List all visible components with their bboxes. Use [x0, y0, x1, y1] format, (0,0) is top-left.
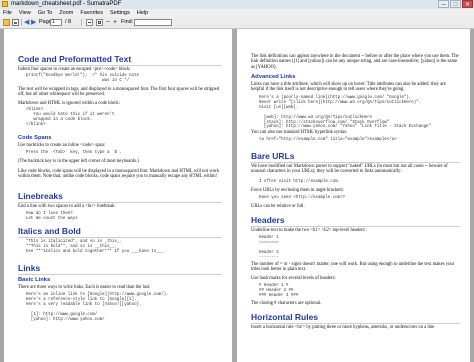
paragraph: Links can have a title attribute, which …	[251, 82, 446, 93]
find-input[interactable]	[134, 19, 172, 26]
code-block: Here's a [poorly-named link](http://www.…	[259, 96, 431, 130]
heading-code-spans: Code Spans	[18, 135, 52, 141]
menu-goto[interactable]: Go To	[35, 9, 57, 17]
menu-view[interactable]: View	[16, 9, 35, 17]
paragraph: You can also use standard HTML hyperlink…	[251, 130, 348, 135]
code-block: I often visit http://example.com.	[259, 180, 341, 184]
paragraph: Use hash marks for several levels of hea…	[251, 276, 336, 281]
heading-links: Links	[18, 263, 222, 275]
toolbar-separator	[21, 19, 22, 26]
previous-page-icon[interactable]: ◀	[24, 19, 29, 26]
menu-zoom[interactable]: Zoom	[56, 9, 77, 17]
paragraph: Use backticks to create an inline <code>…	[18, 143, 106, 148]
toolbar: ◀ ▶ Page: 1 / 8 − + Find:	[0, 17, 474, 29]
code-block: Here's an inline link to [Google](http:/…	[26, 293, 169, 322]
heading-linebreaks: Linebreaks	[18, 191, 222, 203]
paragraph: Indent four spaces to create an escaped …	[18, 67, 131, 72]
window-title: markdown_cheatsheet.pdf - SumatraPDF	[11, 1, 122, 7]
paragraph: There are three ways to write links. Eac…	[18, 285, 151, 290]
paragraph: Underline text to make the two <h1> <h2>…	[251, 228, 368, 233]
fit-width-icon[interactable]	[86, 19, 93, 26]
paragraph: Markdown and HTML is ignored within a co…	[18, 101, 120, 106]
toolbar-separator	[81, 19, 82, 26]
pdf-page-2: The link definitions can appear anywhere…	[237, 29, 470, 362]
code-block: printf("Goodbye World!"); /* his suicide…	[26, 74, 140, 83]
heading-basic-links: Basic Links	[18, 277, 51, 283]
zoom-out-icon[interactable]: −	[106, 19, 110, 26]
pdf-page-1: Code and Preformatted Text Indent four s…	[4, 29, 232, 362]
paragraph: The link definitions can appear anywhere…	[251, 54, 459, 70]
code-block: # Header 1 # ## Header 2 ## ### Header 3…	[259, 284, 299, 298]
open-folder-icon[interactable]	[3, 19, 10, 26]
paragraph: Like code blocks, code spans will be dis…	[18, 169, 219, 180]
menu-file[interactable]: File	[0, 9, 16, 17]
code-block: <blink> You would hate this if it weren'…	[26, 108, 115, 127]
page-total: / 8	[65, 19, 72, 25]
heading-advanced-links: Advanced Links	[251, 74, 296, 80]
code-block: How do I love thee? Let me count the way…	[26, 212, 78, 221]
paragraph: End a line with two spaces to add a <br/…	[18, 204, 116, 209]
paragraph: We have modified our Markdown parser to …	[251, 164, 448, 175]
heading-bare-urls: Bare URLs	[251, 151, 460, 163]
zoom-in-icon[interactable]: +	[113, 19, 117, 26]
print-icon[interactable]	[12, 19, 19, 26]
menu-help[interactable]: Help	[134, 9, 152, 17]
maximize-button[interactable]: □	[450, 0, 461, 8]
paragraph: (The backtick key is in the upper left c…	[18, 159, 139, 164]
heading-italics-bold: Italics and Bold	[18, 226, 222, 238]
close-button[interactable]: ✕	[462, 0, 473, 8]
heading-headers: Headers	[251, 215, 460, 227]
heading-code-preformatted: Code and Preformatted Text	[18, 54, 222, 66]
paragraph: Force URLs by enclosing them in angle br…	[251, 188, 344, 193]
code-block: Press the `<Tab>` key, then type a `$`.	[26, 151, 122, 155]
minimize-button[interactable]: ─	[438, 0, 449, 8]
menu-favorites[interactable]: Favorites	[77, 9, 107, 17]
code-block: Header 1 ======== Header 2 --------	[259, 236, 279, 260]
app-icon	[2, 1, 8, 7]
menu-settings[interactable]: Settings	[107, 9, 134, 17]
next-page-icon[interactable]: ▶	[31, 19, 36, 26]
paragraph: Insert a horizontal rule <hr/> by puttin…	[251, 325, 435, 330]
code-block: <a href="http://example.com" title="exam…	[259, 138, 397, 142]
paragraph: The number of = or - signs doesn't matte…	[251, 262, 455, 273]
code-block: Have you seen <http://example.com>?	[259, 196, 345, 200]
heading-horizontal-rules: Horizontal Rules	[251, 312, 460, 324]
code-block: *This is italicized*, and so is _this_. …	[26, 240, 167, 254]
paragraph: The closing # characters are optional.	[251, 301, 322, 306]
fit-page-icon[interactable]	[96, 19, 103, 26]
paragraph: The text will be wrapped in tags, and di…	[18, 87, 220, 98]
page-number-input[interactable]: 1	[50, 19, 62, 26]
paragraph: URLs can be relative or full.	[251, 204, 305, 209]
window-controls: ─ □ ✕	[437, 0, 473, 9]
find-label: Find:	[121, 19, 134, 25]
document-area[interactable]: Code and Preformatted Text Indent four s…	[0, 29, 474, 362]
